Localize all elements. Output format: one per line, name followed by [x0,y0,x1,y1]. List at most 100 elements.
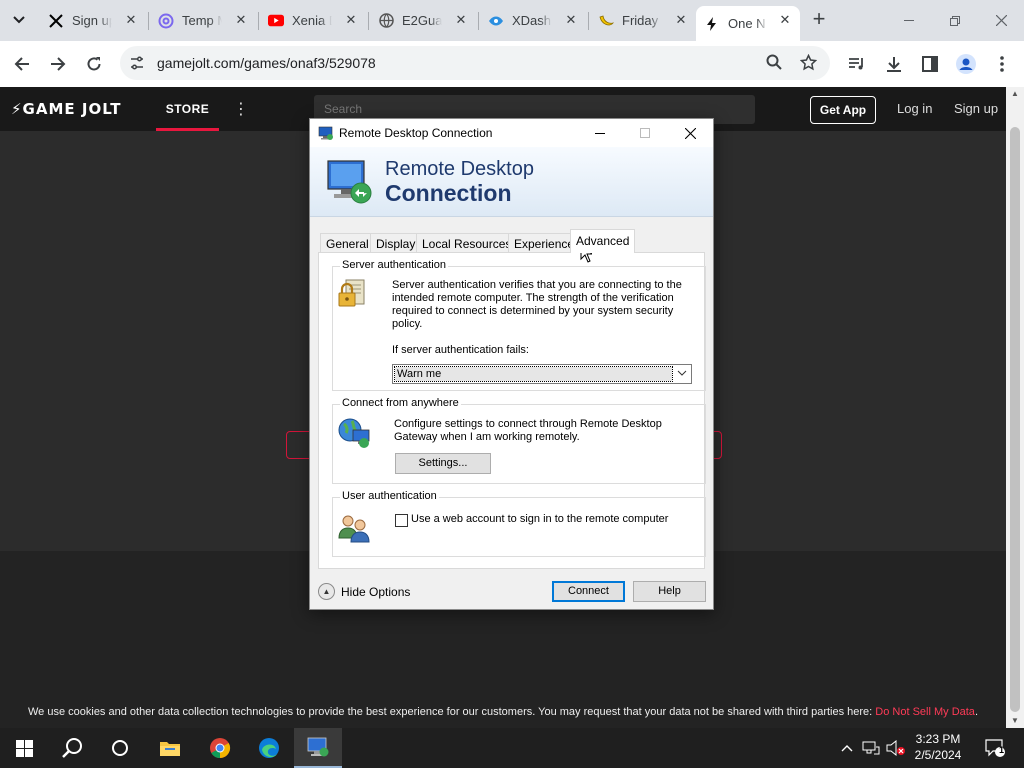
close-icon[interactable]: ✕ [344,13,358,27]
windows-taskbar: 3:23 PM 2/5/2024 1 [0,728,1024,768]
server-auth-title: Server authentication [340,259,448,271]
cortana-circle-icon [112,740,128,756]
edge-taskbar-button[interactable] [245,728,293,768]
start-button[interactable] [0,728,48,768]
hide-options-label: Hide Options [341,584,411,599]
reload-button[interactable] [81,51,107,77]
scroll-down-icon[interactable]: ▼ [1006,714,1024,728]
taskbar-search-button[interactable] [48,728,96,768]
tab-general[interactable]: General [320,233,375,253]
network-icon[interactable] [860,728,882,768]
notifications-button[interactable]: 1 [978,728,1012,768]
folder-icon [160,742,180,756]
close-icon[interactable]: ✕ [234,13,248,27]
close-icon[interactable]: ✕ [564,13,578,27]
restore-button[interactable] [932,0,978,41]
close-window-button[interactable] [978,0,1024,41]
back-button[interactable] [9,51,35,77]
taskbar-clock[interactable]: 3:23 PM 2/5/2024 [908,731,968,763]
volume-muted-icon[interactable] [884,728,908,768]
dialog-title: Remote Desktop Connection [339,126,493,140]
minimize-icon [904,20,914,21]
task-view-button[interactable] [96,728,144,768]
web-account-checkbox-label[interactable]: Use a web account to sign in to the remo… [411,513,668,526]
arrow-left-icon [14,57,29,71]
browser-tab-6[interactable]: Friday ✕ [590,6,696,35]
site-settings-icon[interactable] [129,55,145,71]
tab-label: Sign up [72,13,112,28]
dialog-titlebar[interactable]: Remote Desktop Connection [310,119,713,147]
maximize-icon [639,128,650,138]
youtube-icon [268,13,284,29]
file-explorer-taskbar-button[interactable] [146,728,194,768]
close-icon[interactable]: ✕ [674,13,688,27]
dialog-minimize-button[interactable] [577,119,622,147]
rdp-monitor-icon [327,160,372,204]
rdp-app-icon [318,126,333,140]
login-link[interactable]: Log in [897,101,932,116]
browser-tab-4[interactable]: E2Guard ✕ [370,6,476,35]
browser-tab-2[interactable]: Temp Mail ✕ [150,6,256,35]
tab-label: XDash [512,13,552,28]
tab-advanced[interactable]: Advanced [570,229,636,253]
gateway-settings-button[interactable]: Settings... [395,453,491,474]
close-icon[interactable]: ✕ [778,13,792,27]
banana-icon [598,13,614,29]
browser-tab-5[interactable]: XDash ✕ [480,6,586,35]
dialog-close-button[interactable] [668,119,713,147]
gamejolt-logo[interactable]: ⚡GAME JOLT [11,100,122,118]
x-logo-icon [48,13,64,29]
server-auth-description: Server authentication verifies that you … [392,279,682,330]
chrome-taskbar-button[interactable] [196,728,244,768]
tab-local-resources[interactable]: Local Resources [416,233,518,253]
clock-time: 3:23 PM [915,732,961,746]
signup-link[interactable]: Sign up [954,101,998,116]
server-auth-group: Server authentication Server authenticat… [332,259,706,391]
forward-button[interactable] [45,51,71,77]
auth-fail-select[interactable]: Warn me [392,364,692,384]
browser-tab-3[interactable]: Xenia D ✕ [260,6,366,35]
scroll-up-icon[interactable]: ▲ [1006,87,1024,101]
help-button[interactable]: Help [633,581,706,602]
cookie-text-end: . [974,706,978,718]
rdp-taskbar-button[interactable] [294,728,342,768]
profile-avatar-icon[interactable] [955,53,977,75]
windows-logo-icon [15,739,33,757]
close-icon[interactable]: ✕ [454,13,468,27]
tab-search-button[interactable] [7,8,31,32]
cookie-text: We use cookies and other data collection… [27,706,876,718]
users-icon [338,515,370,543]
browser-tab-1[interactable]: Sign up ✕ [40,6,146,35]
tab-display[interactable]: Display [370,233,422,253]
bookmark-star-icon[interactable] [799,53,817,72]
web-account-checkbox[interactable] [395,514,408,527]
side-panel-icon[interactable] [919,53,941,75]
user-auth-group: User authentication Use a web account to… [332,490,706,557]
close-icon[interactable]: ✕ [124,13,138,27]
more-menu-icon[interactable]: ⋮ [233,99,249,119]
auth-fail-label: If server authentication fails: [392,344,529,356]
chevron-up-icon: ▲ [318,583,335,600]
get-app-button[interactable]: Get App [810,96,876,124]
logo-text: GAME JOLT [22,100,122,118]
download-icon[interactable] [883,53,905,75]
media-control-icon[interactable] [846,53,868,75]
browser-tab-7-active[interactable]: One N ✕ [696,6,800,41]
edge-icon [259,738,279,758]
scrollbar-thumb[interactable] [1010,127,1020,712]
zoom-icon[interactable] [765,54,783,72]
chrome-icon [210,738,231,759]
browser-menu-icon[interactable] [991,53,1013,75]
url-text[interactable]: gamejolt.com/games/onaf3/529078 [157,55,376,71]
store-nav-link[interactable]: STORE [156,87,219,131]
connect-button[interactable]: Connect [552,581,625,602]
restore-icon [950,15,960,26]
tray-overflow-icon[interactable] [838,728,856,768]
do-not-sell-link[interactable]: Do Not Sell My Data [875,706,975,718]
page-scrollbar[interactable]: ▲ ▼ [1006,87,1024,728]
minimize-button[interactable] [886,0,932,41]
gateway-globe-icon [338,418,370,448]
hide-options-toggle[interactable]: ▲ Hide Options [318,583,410,600]
new-tab-button[interactable]: + [808,8,830,32]
address-bar[interactable]: gamejolt.com/games/onaf3/529078 [120,46,830,80]
